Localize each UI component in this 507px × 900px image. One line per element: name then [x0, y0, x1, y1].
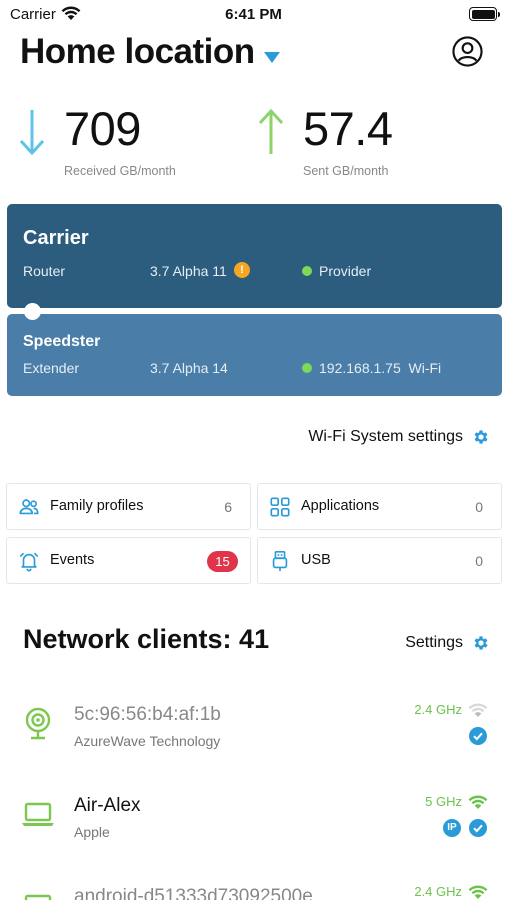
extender-version: 3.7 Alpha 14 [150, 360, 228, 376]
router-name: Carrier [23, 227, 89, 249]
location-title[interactable]: Home location [20, 32, 255, 72]
status-bar: Carrier 6:41 PM [0, 0, 507, 28]
location-dropdown-caret-icon[interactable] [264, 52, 280, 63]
client-vendor: Apple [74, 824, 110, 840]
wifi-signal-strong-icon [468, 885, 488, 899]
client-name: android-d51333d73092500e [74, 886, 313, 900]
battery-icon [469, 7, 500, 21]
client-name: Air-Alex [74, 795, 141, 816]
webcam-icon [25, 707, 51, 740]
extender-card[interactable]: Speedster Extender 3.7 Alpha 14 192.168.… [7, 314, 502, 396]
alarm-bell-icon [19, 552, 39, 572]
events-count-badge: 15 [207, 551, 238, 572]
wifi-system-settings-link[interactable]: Wi-Fi System settings [308, 428, 490, 446]
laptop-icon [24, 894, 52, 900]
extender-role: Extender [23, 360, 80, 376]
extender-online-dot-icon [302, 363, 312, 373]
tile-label: Family profiles [50, 498, 144, 514]
usb-icon [272, 551, 288, 572]
wifi-signal-strong-icon [468, 795, 488, 809]
download-arrow-icon [19, 110, 45, 156]
wifi-signal-weak-icon [468, 703, 488, 717]
secured-check-icon [469, 819, 487, 837]
router-version: 3.7 Alpha 11 [150, 263, 227, 279]
tile-count: 0 [475, 553, 483, 569]
clock: 6:41 PM [225, 6, 282, 23]
wifi-system-settings-label: Wi-Fi System settings [308, 428, 463, 445]
family-icon [19, 499, 39, 515]
client-band: 5 GHz [425, 794, 462, 809]
account-icon[interactable] [452, 36, 483, 67]
sent-value: 57.4 [303, 102, 393, 155]
client-band: 2.4 GHz [414, 884, 462, 899]
router-role: Router [23, 263, 66, 279]
gear-icon [474, 636, 488, 650]
ip-reserved-icon: IP [443, 819, 461, 837]
received-label: Received GB/month [64, 164, 176, 178]
router-link: Provider [319, 263, 372, 279]
router-online-dot-icon [302, 266, 312, 276]
received-value: 709 [64, 102, 141, 155]
network-clients-title: Network clients: 41 [23, 624, 270, 654]
sent-label: Sent GB/month [303, 164, 389, 178]
clients-settings-label: Settings [405, 634, 463, 651]
client-row[interactable]: 5c:96:56:b4:af:1b AzureWave Technology 2… [0, 690, 507, 780]
mesh-connector-node-icon [24, 303, 41, 320]
client-band: 2.4 GHz [414, 702, 462, 717]
tile-count: 6 [224, 499, 232, 515]
tile-family-profiles[interactable]: Family profiles 6 [6, 483, 251, 530]
tile-count: 0 [475, 499, 483, 515]
clients-settings-link[interactable]: Settings [405, 634, 490, 652]
tile-applications[interactable]: Applications 0 [257, 483, 502, 530]
tile-label: Applications [301, 498, 380, 514]
router-card[interactable]: Carrier Router 3.7 Alpha 11 ! Provider [7, 204, 502, 308]
gear-icon [474, 430, 488, 444]
client-row[interactable]: Air-Alex Apple 5 GHz IP [0, 782, 507, 872]
upload-arrow-icon [258, 108, 284, 154]
secured-check-icon [469, 727, 487, 745]
client-name: 5c:96:56:b4:af:1b [74, 704, 221, 725]
apps-grid-icon [270, 497, 290, 517]
tile-label: USB [301, 552, 331, 568]
extender-link: 192.168.1.75 Wi-Fi [319, 360, 442, 376]
tile-usb[interactable]: USB 0 [257, 537, 502, 584]
client-row[interactable]: android-d51333d73092500e 2.4 GHz [0, 874, 507, 900]
laptop-icon [22, 802, 54, 826]
warning-icon[interactable]: ! [234, 262, 250, 278]
extender-name: Speedster [23, 333, 101, 350]
tile-events[interactable]: Events 15 [6, 537, 251, 584]
client-vendor: AzureWave Technology [74, 733, 221, 749]
tile-label: Events [50, 552, 95, 568]
